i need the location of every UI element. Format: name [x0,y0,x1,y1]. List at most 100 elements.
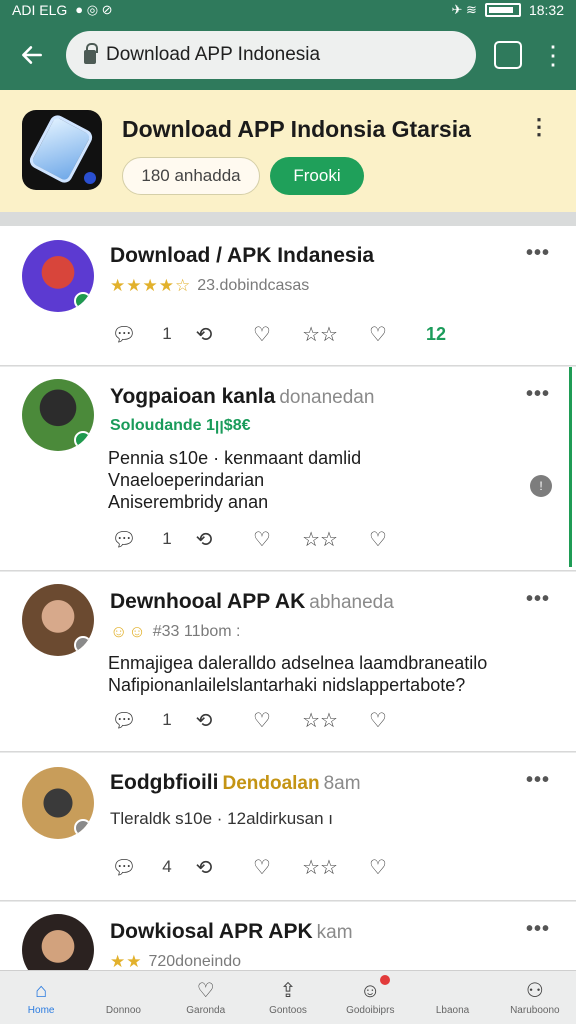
post-body-line: Aniserembridy anan [108,492,269,512]
nav-item-home[interactable]: ⌂ Home [0,971,82,1024]
section-divider [0,212,576,226]
post-title-text: Dowkiosal APR APK [110,920,313,943]
nav-item-garonda[interactable]: ♡ Garonda [165,971,247,1024]
notification-icon: ● ◎ ⊘ [75,2,113,17]
comment-icon[interactable]: 💬︎ [110,525,138,553]
post-card[interactable]: Dowkiosal APR APK kam ••• ★★ 720doneindo [0,902,576,970]
post-more-button[interactable]: ••• [526,242,550,265]
verified-icon [74,819,92,837]
post-meta: donanedan [279,387,375,408]
post-feed[interactable]: Download / APK Indanesia ••• ★★★★☆ 23.do… [0,226,576,970]
post-body-line: Enmajigea daleralldo adselnea laamdbrane… [108,653,488,673]
post-body-line: Pennia s10e · kenmaant damlid [108,448,362,468]
nav-label: Garonda [186,1005,226,1016]
arrow-left-icon [22,46,42,64]
post-body-line: Vnaeloeperindarian [108,470,265,490]
avatar[interactable] [22,240,94,312]
banner-more-button[interactable]: ⋮ [528,114,550,140]
tabs-button[interactable] [494,41,522,69]
blank-icon [121,979,127,1003]
nav-item-gontoos[interactable]: ⇪ Gontoos [247,971,329,1024]
nav-item-donnoo[interactable]: Donnoo [82,971,164,1024]
nav-item-lbaona[interactable]: Lbaona [411,971,493,1024]
heart-icon[interactable]: ♡ [248,525,276,553]
post-actions: 💬︎ 1 ⟲ ♡ ☆☆ ♡ [110,706,510,734]
post-sub-text: Soloudande 1ꞁꞁ$8€ [110,417,251,434]
repost-icon[interactable]: ⟲ [190,853,218,881]
post-card[interactable]: Eodgbfioili Dendoalan 8am ••• Tleraldk s10… [0,753,576,901]
avatar[interactable] [22,914,94,970]
post-meta: 8am [323,773,361,794]
banner-title: Download APP Indonsia Gtarsia [122,116,471,142]
repost-icon[interactable]: ⟲ [190,706,218,734]
bottom-navigation: ⌂ Home Donnoo ♡ Garonda ⇪ Gontoos ☺ Godo… [0,970,576,1024]
post-title[interactable]: Dowkiosal APR APK kam [110,920,353,944]
post-actions: 💬︎ 4 ⟲ ♡ ☆☆ ♡ [110,853,510,881]
post-title[interactable]: Download / APK Indanesia [110,244,374,268]
app-badge-icon [84,172,96,184]
repost-icon[interactable]: ⟲ [190,320,218,348]
heart-icon[interactable]: ♡ [248,320,276,348]
post-actions: 💬︎ 1 ⟲ ♡ ☆☆ ♡ 12 [110,320,510,348]
extra-count: 12 [425,323,447,344]
heart-icon[interactable]: ♡ [248,706,276,734]
post-more-button[interactable]: ••• [526,588,550,611]
post-card[interactable]: Yogpaioan kanla donanedan ••• Soloudande … [0,367,576,571]
nav-item-profile[interactable]: ⚇ Naruboono [494,971,576,1024]
post-subline: ☺☺ #33 11bom : [110,622,240,642]
like-icon[interactable]: ♡ [364,525,392,553]
url-input[interactable]: Download APP Indonesia [66,31,476,79]
like-icon[interactable]: ♡ [364,706,392,734]
star-icon[interactable]: ☆☆ [302,320,338,348]
avatar[interactable] [22,767,94,839]
post-title-text: Dewnhooal APP AK [110,590,306,613]
scroll-indicator [569,367,572,567]
browser-menu-button[interactable]: ⋮ [540,40,566,71]
heart-icon[interactable]: ♡ [248,853,276,881]
comment-icon[interactable]: 💬︎ [110,320,138,348]
comment-count: 4 [162,857,172,876]
status-bar-left-text: ADI ELG [12,2,68,18]
post-card[interactable]: Download / APK Indanesia ••• ★★★★☆ 23.do… [0,226,576,366]
url-text: Download APP Indonesia [106,44,321,65]
battery-icon [484,3,521,17]
like-icon[interactable]: ♡ [364,853,392,881]
post-title[interactable]: Eodgbfioili Dendoalan 8am [110,771,361,795]
app-banner: Download APP Indonsia Gtarsia 180 anhadd… [0,90,576,212]
post-more-button[interactable]: ••• [526,918,550,941]
comment-icon[interactable]: 💬︎ [110,853,138,881]
chat-icon: ☺ [360,975,391,1003]
post-meta: abhaneda [309,592,394,613]
post-card[interactable]: Dewnhooal APP AK abhaneda ••• ☺☺ #33 11bo… [0,572,576,752]
post-title[interactable]: Dewnhooal APP AK abhaneda [110,590,394,614]
info-icon[interactable]: ! [530,475,552,497]
post-more-button[interactable]: ••• [526,769,550,792]
verified-icon [74,636,92,654]
comment-icon[interactable]: 💬︎ [110,706,138,734]
post-title[interactable]: Yogpaioan kanla donanedan [110,385,374,409]
repost-icon[interactable]: ⟲ [190,525,218,553]
verified-icon [74,292,92,310]
banner-action-button[interactable]: Frooki [270,157,364,195]
avatar[interactable] [22,584,94,656]
nav-item-godoibiprs[interactable]: ☺ Godoibiprs [329,971,411,1024]
share-icon: ⇪ [279,980,297,1002]
post-subline: Tleraldk s10e · 12aldirkusan ı [110,809,333,829]
rating-stars: ★★ [110,952,143,970]
post-more-button[interactable]: ••• [526,383,550,406]
notification-badge [380,975,391,985]
post-meta-highlight: Dendoalan [222,773,320,794]
like-icon[interactable]: ♡ [364,320,392,348]
emoji-icon: ☺☺ [110,622,147,641]
star-icon[interactable]: ☆☆ [302,853,338,881]
comment-count: 1 [162,710,172,729]
post-title-text: Yogpaioan kanla [110,385,276,408]
post-subline: ★★ 720doneindo [110,952,241,970]
rating-stars: ★★★★☆ [110,276,192,295]
star-icon[interactable]: ☆☆ [302,525,338,553]
star-icon[interactable]: ☆☆ [302,706,338,734]
status-bar: ADI ELG ● ◎ ⊘ ✈ ≋ 18:32 [0,0,576,20]
back-button[interactable] [16,39,48,71]
avatar[interactable] [22,379,94,451]
downloads-pill[interactable]: 180 anhadda [122,157,260,195]
